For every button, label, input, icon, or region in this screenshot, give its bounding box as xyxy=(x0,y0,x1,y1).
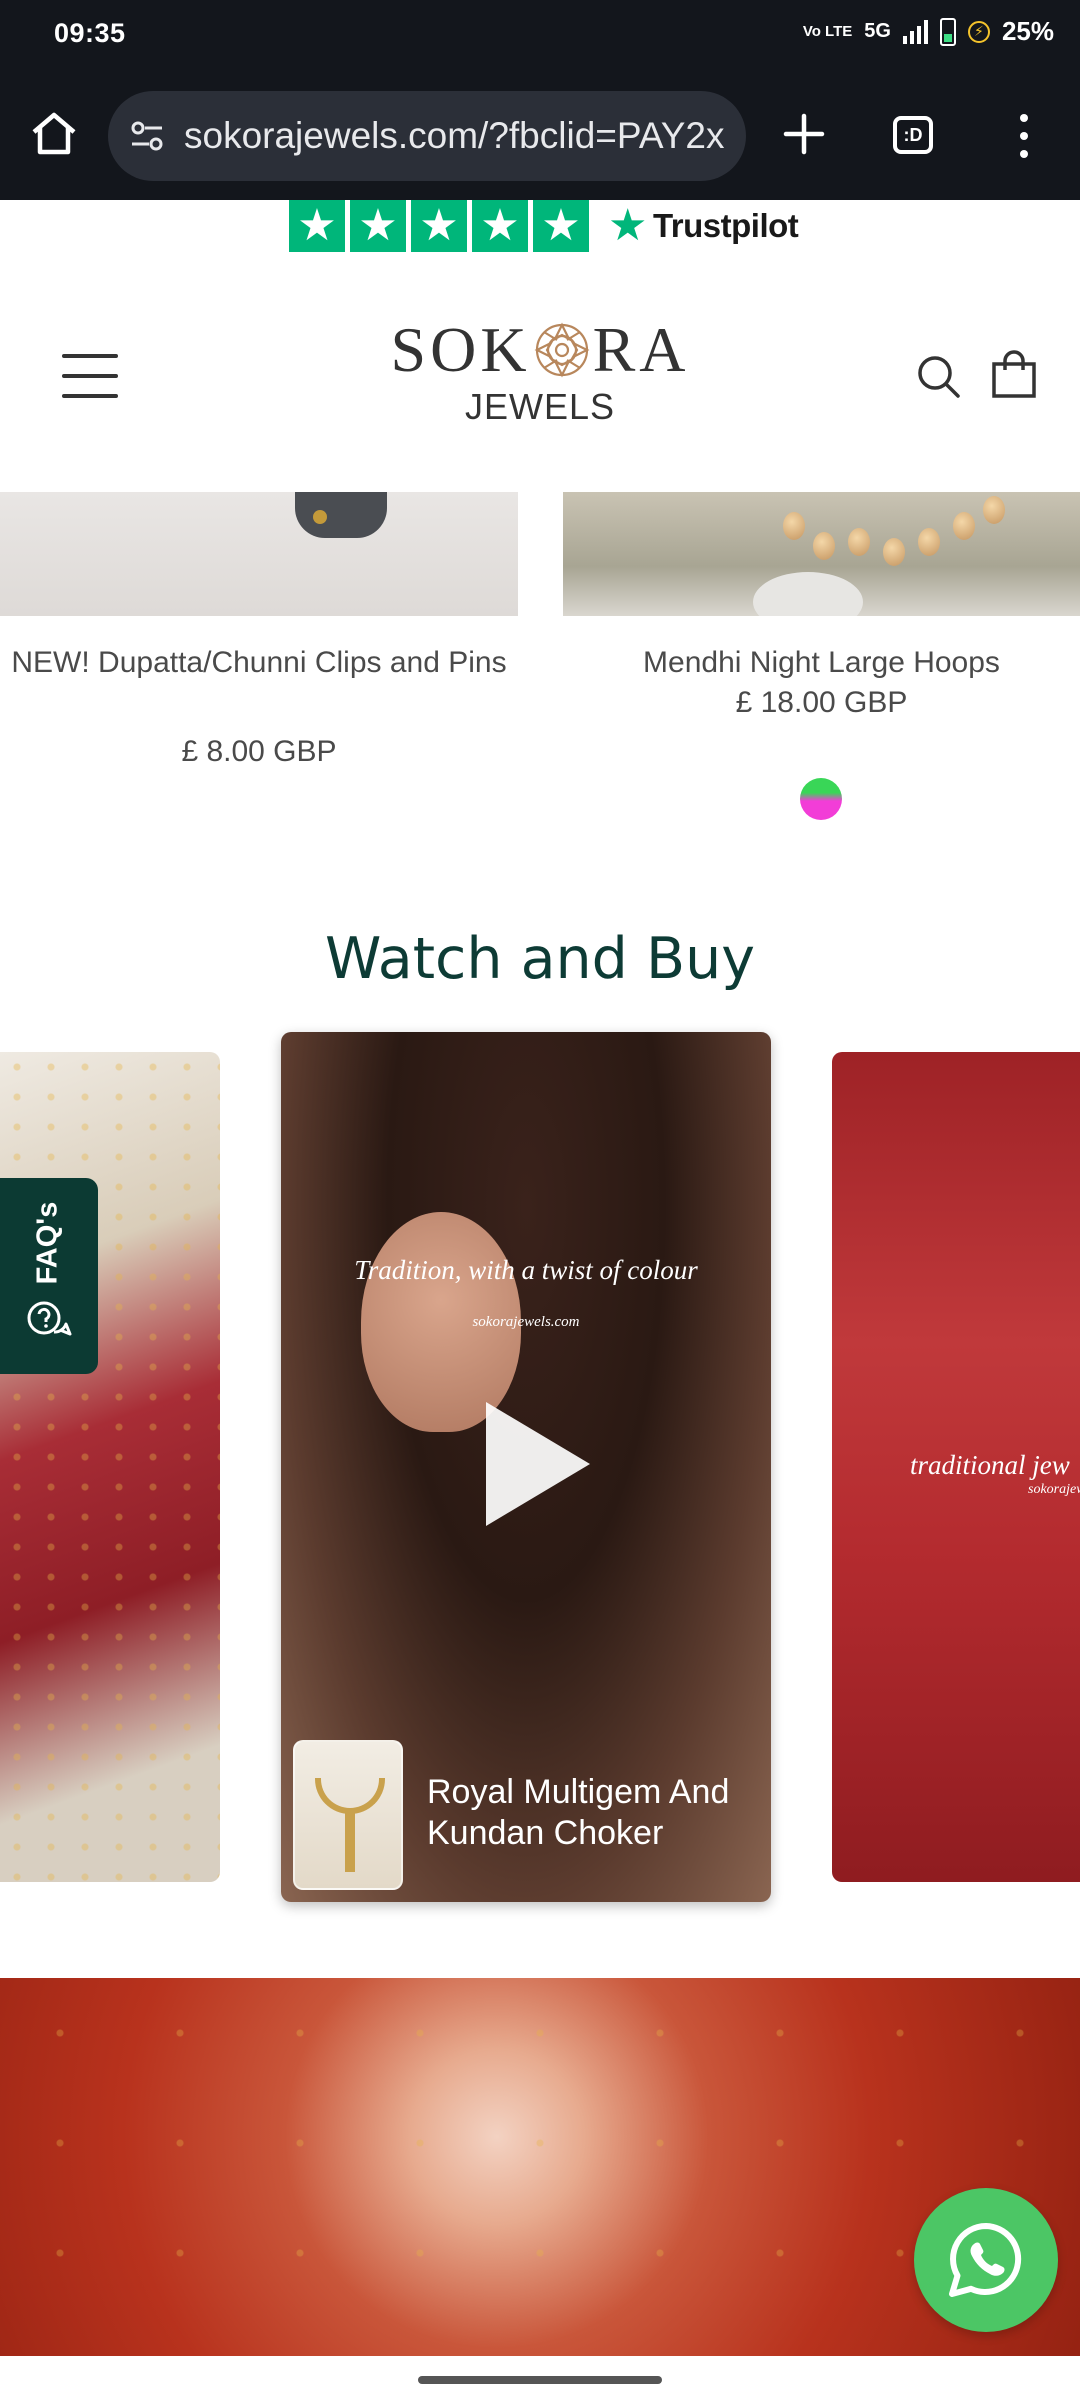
mandala-logo-icon xyxy=(534,322,590,378)
address-bar[interactable]: sokorajewels.com/?fbclid=PAY2x xyxy=(108,91,746,181)
new-tab-button[interactable] xyxy=(776,106,832,162)
site-logo[interactable]: SOK RA JEWELS xyxy=(380,318,700,428)
play-icon[interactable] xyxy=(486,1402,590,1526)
video-product-title[interactable]: Royal Multigem And Kundan Choker xyxy=(427,1772,757,1854)
star-icon: ★ xyxy=(472,200,528,252)
home-icon xyxy=(32,112,76,155)
battery-icon xyxy=(939,17,956,46)
status-time: 09:35 xyxy=(54,18,126,48)
star-icon: ★ xyxy=(411,200,467,252)
product-title[interactable]: Mendhi Night Large Hoops xyxy=(563,638,1080,687)
home-button[interactable] xyxy=(26,106,82,162)
video-watermark: sokorajew xyxy=(1028,1482,1080,1497)
color-swatch[interactable] xyxy=(800,778,842,820)
star-icon: ★ xyxy=(289,200,345,252)
search-button[interactable] xyxy=(914,352,964,402)
video-card[interactable]: traditional jew sokorajew xyxy=(832,1052,1080,1882)
charging-icon: ⚡ xyxy=(967,20,990,43)
signal-icon xyxy=(902,19,928,44)
trustpilot-banner[interactable]: ★ ★ ★ ★ ★ ★ Trustpilot xyxy=(0,200,1080,252)
faq-label: FAQ's xyxy=(31,1201,64,1285)
product-title[interactable]: NEW! Dupatta/Chunni Clips and Pins xyxy=(0,638,518,687)
cart-button[interactable] xyxy=(990,350,1038,400)
plus-icon xyxy=(783,113,825,155)
status-bar: 09:35 Vo LTE 5G ⚡ 25% xyxy=(0,0,1080,70)
browser-toolbar: sokorajewels.com/?fbclid=PAY2x :D xyxy=(0,70,1080,200)
faq-tab[interactable]: FAQ's xyxy=(0,1178,98,1374)
url-text: sokorajewels.com/?fbclid=PAY2x xyxy=(184,115,725,156)
video-caption: Tradition, with a twist of colour xyxy=(354,1255,698,1285)
video-card[interactable] xyxy=(0,1052,220,1882)
network-type: 5G xyxy=(864,20,891,42)
star-icon: ★ xyxy=(350,200,406,252)
product-thumbnail[interactable] xyxy=(293,1740,403,1890)
tab-switcher-button[interactable]: :D xyxy=(893,116,933,154)
product-price: £ 18.00 GBP xyxy=(735,686,908,719)
volte-icon: Vo LTE xyxy=(802,22,853,40)
search-icon xyxy=(918,356,960,398)
product-image[interactable] xyxy=(0,492,518,616)
battery-percent: 25% xyxy=(1001,16,1054,46)
whatsapp-icon xyxy=(949,2223,1022,2297)
star-icon: ★ xyxy=(533,200,589,252)
product-price: £ 8.00 GBP xyxy=(181,735,337,768)
watch-and-buy-heading: Watch and Buy xyxy=(325,926,755,992)
gesture-bar xyxy=(418,2376,662,2384)
menu-button[interactable] xyxy=(62,354,118,398)
video-card[interactable]: Tradition, with a twist of colour sokora… xyxy=(281,1032,771,1902)
video-banner[interactable] xyxy=(0,1978,1080,2356)
trustpilot-logo: ★ Trustpilot xyxy=(608,201,799,250)
help-chat-icon xyxy=(27,1301,72,1336)
whatsapp-button[interactable] xyxy=(914,2188,1058,2332)
shopping-bag-icon xyxy=(992,350,1036,398)
video-caption: traditional jew xyxy=(910,1450,1070,1480)
trustpilot-stars: ★ ★ ★ ★ ★ xyxy=(289,200,589,252)
clip-photo xyxy=(295,492,387,538)
tab-switcher-icon: :D xyxy=(903,124,923,145)
trustpilot-star-icon: ★ xyxy=(608,201,647,250)
status-icons: Vo LTE 5G ⚡ 25% xyxy=(803,16,1054,47)
browser-menu-button[interactable] xyxy=(1004,110,1044,162)
site-header: SOK RA JEWELS xyxy=(0,252,1080,492)
product-image[interactable] xyxy=(563,492,1080,616)
product-grid: NEW! Dupatta/Chunni Clips and Pins £ 8.0… xyxy=(0,492,1080,832)
video-watermark: sokorajewels.com xyxy=(472,1314,580,1330)
site-settings-icon[interactable] xyxy=(128,117,166,155)
